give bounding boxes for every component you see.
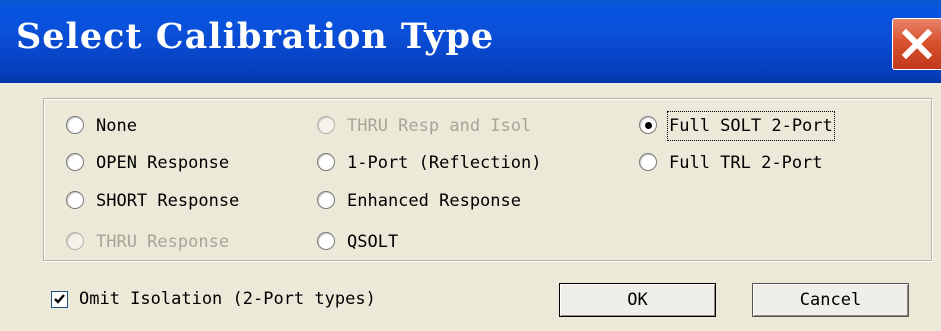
checkmark-icon <box>54 294 65 304</box>
title-bar: Select Calibration Type <box>0 0 941 83</box>
window-title: Select Calibration Type <box>16 16 495 57</box>
option-label: 1-Port (Reflection) <box>347 153 542 173</box>
radio-none[interactable] <box>66 116 84 134</box>
radio-thru-response <box>66 232 84 250</box>
radio-one-port[interactable] <box>317 153 335 171</box>
cancel-button[interactable]: Cancel <box>752 283 909 317</box>
radio-thru-resp-isol <box>317 116 335 134</box>
option-label: None <box>96 116 137 136</box>
option-label: Enhanced Response <box>347 191 521 211</box>
option-label: Full SOLT 2-Port <box>667 111 835 141</box>
radio-qsolt[interactable] <box>317 232 335 250</box>
option-label: QSOLT <box>347 232 399 252</box>
omit-isolation-label[interactable]: Omit Isolation (2-Port types) <box>79 286 376 312</box>
radio-full-solt-2-port[interactable] <box>639 116 657 134</box>
radio-short-response[interactable] <box>66 191 84 209</box>
ok-button[interactable]: OK <box>559 283 716 317</box>
option-label: THRU Response <box>96 232 230 252</box>
option-label: OPEN Response <box>96 153 230 173</box>
radio-open-response[interactable] <box>66 153 84 171</box>
radio-full-trl-2-port[interactable] <box>639 153 657 171</box>
option-label: THRU Resp and Isol <box>347 116 532 136</box>
option-label: Full TRL 2-Port <box>669 153 823 173</box>
close-icon <box>901 28 933 60</box>
close-button[interactable] <box>892 18 941 70</box>
radio-enhanced-response[interactable] <box>317 191 335 209</box>
option-label: SHORT Response <box>96 191 240 211</box>
omit-isolation-checkbox[interactable] <box>51 291 68 308</box>
